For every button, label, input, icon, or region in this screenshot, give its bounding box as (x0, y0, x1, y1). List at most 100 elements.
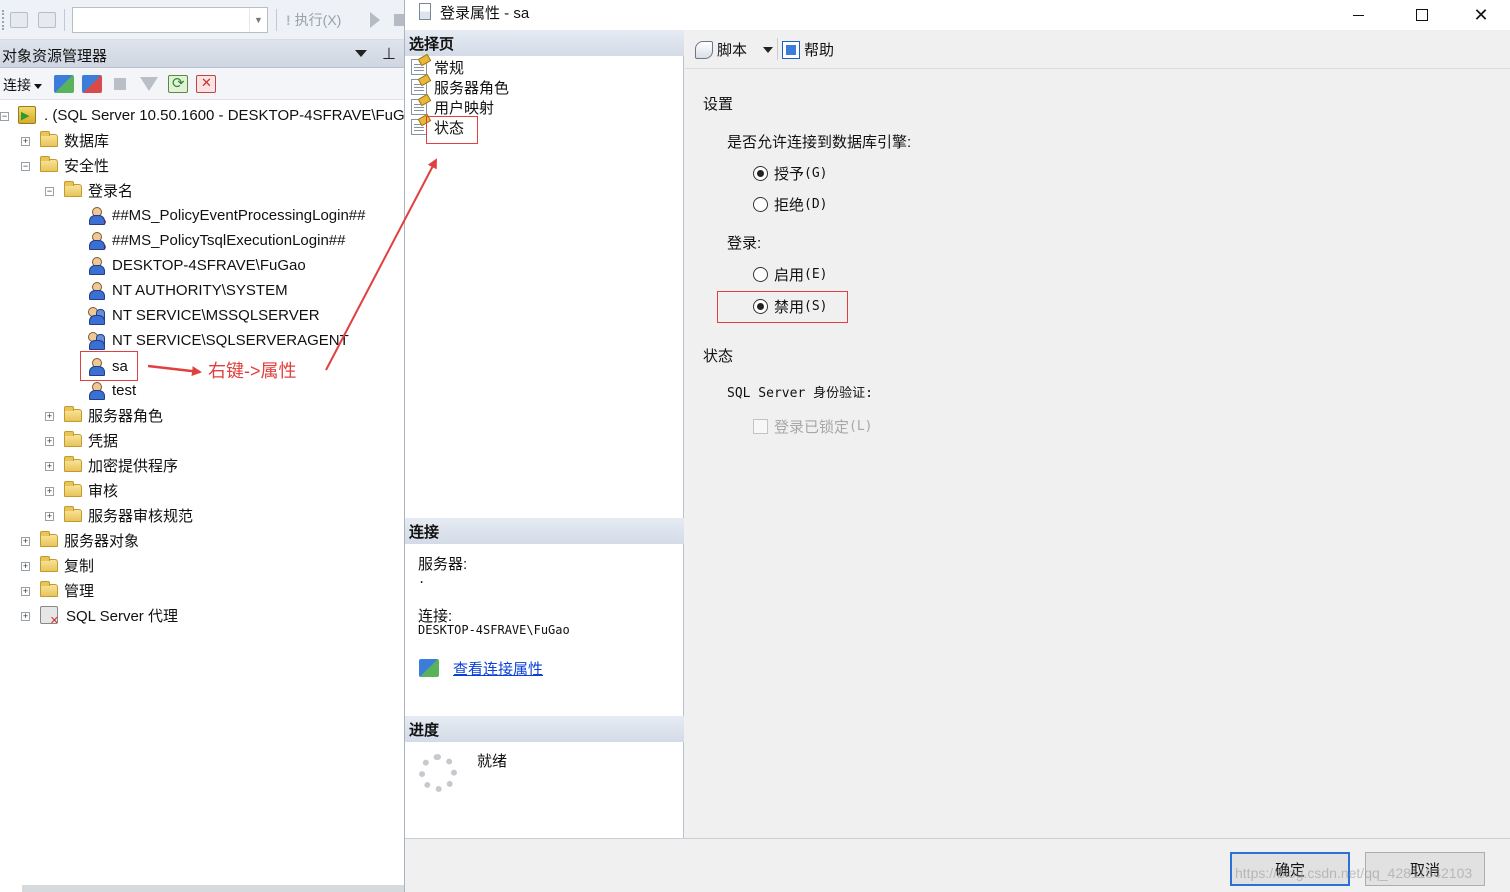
connect-button[interactable]: 连接 (3, 75, 42, 95)
filter-icon[interactable] (140, 77, 158, 91)
tree-node-label: 服务器审核规范 (88, 507, 194, 525)
maximize-icon (1416, 9, 1428, 21)
connect-icon[interactable] (54, 75, 74, 93)
horizontal-scrollbar[interactable] (22, 885, 404, 892)
page-item-general[interactable]: 常规 (411, 57, 464, 77)
pin-icon[interactable]: ⊥ (382, 44, 396, 64)
expand-icon[interactable]: + (45, 462, 54, 471)
expand-icon[interactable]: + (21, 537, 30, 546)
allow-connect-label: 是否允许连接到数据库引擎: (727, 134, 912, 151)
expand-icon[interactable]: + (21, 587, 30, 596)
activity-monitor-icon[interactable] (196, 75, 216, 93)
tree-node-security[interactable]: 安全性 (40, 153, 109, 177)
tree-node-databases[interactable]: 数据库 (40, 128, 109, 152)
main-toolbar: ▼ ! 执行(X) (0, 0, 404, 40)
tree-node-agent[interactable]: SQL Server 代理 (40, 603, 178, 627)
login-locked-checkbox[interactable]: 登录已锁定 (L) (753, 416, 873, 437)
enable-radio[interactable]: 启用 (E) (753, 264, 828, 285)
available-databases-combo[interactable]: ▼ (72, 7, 268, 33)
toolbar-grip[interactable] (2, 10, 5, 30)
tree-node-login[interactable]: test (88, 378, 136, 402)
folder-icon (64, 455, 82, 472)
collapse-icon[interactable]: − (0, 112, 9, 121)
tree-node-login[interactable]: NT SERVICE\SQLSERVERAGENT (88, 328, 349, 352)
connect-object-explorer-icon[interactable] (10, 12, 28, 28)
close-icon: ✕ (1473, 4, 1489, 25)
script-button[interactable]: 脚本 (695, 39, 747, 60)
maximize-button[interactable] (1399, 0, 1445, 30)
login-user-icon (88, 281, 105, 300)
radio-unselected-icon (753, 197, 768, 212)
expand-icon[interactable]: + (45, 512, 54, 521)
chevron-down-icon[interactable]: ▼ (249, 8, 267, 32)
stop-icon[interactable] (394, 14, 404, 26)
tree-node-server-roles[interactable]: 服务器角色 (64, 403, 163, 427)
expand-icon[interactable]: + (21, 137, 30, 146)
grant-label: 授予 (774, 166, 805, 183)
minimize-button[interactable] (1335, 0, 1381, 30)
collapse-icon[interactable]: − (21, 162, 30, 171)
dialog-button-bar: 确定 取消 https://blog.csdn.net/qq_428118421… (405, 838, 1510, 892)
help-button[interactable]: 帮助 (782, 39, 834, 60)
watermark-text: https://blog.csdn.net/qq_42811842103 (1235, 865, 1473, 881)
tree-node-login[interactable]: NT SERVICE\MSSQLSERVER (88, 303, 320, 327)
tree-node-credentials[interactable]: 凭据 (64, 428, 118, 452)
tree-node-label: 凭据 (88, 432, 119, 450)
expand-icon[interactable]: + (21, 612, 30, 621)
stop-icon[interactable] (114, 78, 126, 90)
tree-node-server[interactable]: . (SQL Server 10.50.1600 - DESKTOP-4SFRA… (18, 103, 404, 127)
page-item-user-mapping[interactable]: 用户映射 (411, 97, 494, 117)
expand-icon[interactable]: + (45, 412, 54, 421)
object-explorer-header: 对象资源管理器 ⊥ (0, 40, 404, 68)
sa-highlight-box (80, 351, 138, 381)
refresh-icon[interactable] (168, 74, 188, 93)
view-connection-properties-link[interactable]: 查看连接属性 (453, 658, 543, 679)
disconnect-icon[interactable] (38, 12, 56, 28)
tree-node-login[interactable]: DESKTOP-4SFRAVE\FuGao (88, 253, 306, 277)
help-icon (782, 40, 800, 59)
page-item-label: 服务器角色 (434, 79, 510, 97)
window-position-dropdown-icon[interactable] (355, 50, 367, 57)
login-properties-dialog: 登录属性 - sa ✕ 选择页 常规 服务器角色 用户映射 状态 连接 服务器:… (404, 0, 1510, 892)
grant-radio[interactable]: 授予 (G) (753, 163, 828, 184)
login-group-icon (88, 331, 105, 350)
page-icon (411, 59, 427, 75)
login-disabled-user-icon (88, 231, 106, 250)
tree-node-audits[interactable]: 审核 (64, 478, 118, 502)
tree-node-login[interactable]: ##MS_PolicyEventProcessingLogin## (88, 203, 365, 227)
chevron-down-icon[interactable] (763, 47, 773, 53)
tree-node-management[interactable]: 管理 (40, 578, 94, 602)
tree-node-server-objects[interactable]: 服务器对象 (40, 528, 139, 552)
radio-selected-icon (753, 166, 768, 181)
tree-node-crypto-providers[interactable]: 加密提供程序 (64, 453, 178, 477)
tree-node-login[interactable]: ##MS_PolicyTsqlExecutionLogin## (88, 228, 345, 252)
dialog-title: 登录属性 - sa (440, 5, 530, 22)
deny-radio[interactable]: 拒绝 (D) (753, 194, 828, 215)
server-icon (18, 106, 36, 124)
tree-node-label: 管理 (64, 582, 95, 600)
login-user-icon (88, 381, 105, 400)
debug-play-icon[interactable] (370, 12, 380, 28)
login-label: test (112, 381, 137, 399)
tree-node-replication[interactable]: 复制 (40, 553, 94, 577)
grant-accesskey: (G) (804, 166, 828, 181)
tree-node-audit-specs[interactable]: 服务器审核规范 (64, 503, 193, 527)
connection-header: 连接 (405, 518, 684, 544)
expand-icon[interactable]: + (45, 487, 54, 496)
page-item-label: 常规 (434, 59, 465, 77)
script-icon (695, 40, 713, 59)
disconnect-icon[interactable] (82, 75, 102, 93)
server-value: . (418, 572, 426, 586)
tree-node-label: 安全性 (64, 157, 110, 175)
expand-icon[interactable]: + (45, 437, 54, 446)
expand-icon[interactable]: + (21, 562, 30, 571)
tree-node-logins[interactable]: 登录名 (64, 178, 133, 202)
execute-button[interactable]: ! 执行(X) (286, 10, 341, 30)
enable-label: 启用 (774, 267, 805, 284)
tree-node-login[interactable]: NT AUTHORITY\SYSTEM (88, 278, 288, 302)
toolbar-separator (64, 9, 65, 31)
collapse-icon[interactable]: − (45, 187, 54, 196)
login-group-icon (88, 306, 105, 325)
close-button[interactable]: ✕ (1458, 0, 1504, 30)
object-explorer-tree: − . (SQL Server 10.50.1600 - DESKTOP-4SF… (0, 103, 404, 643)
